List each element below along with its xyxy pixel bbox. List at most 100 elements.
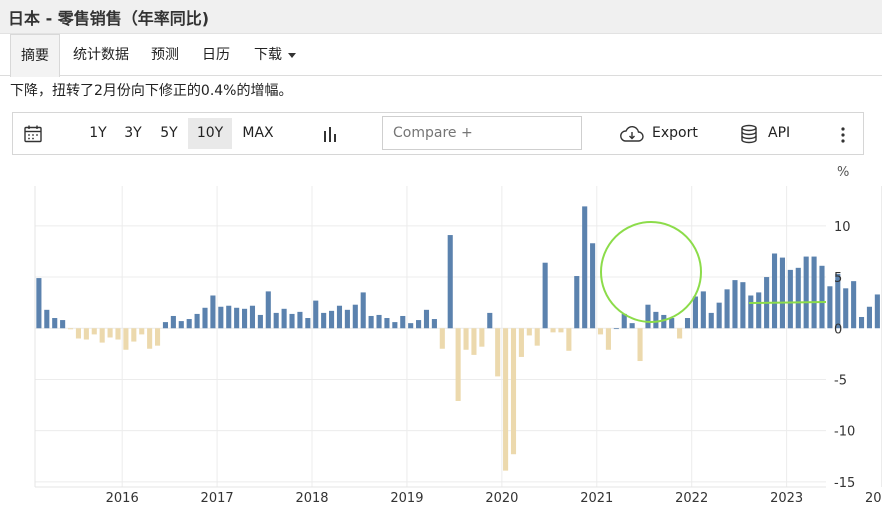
range-max-button[interactable]: MAX — [237, 113, 279, 154]
bar[interactable] — [526, 328, 532, 336]
bar[interactable] — [376, 314, 382, 329]
bar[interactable] — [218, 306, 224, 329]
bar[interactable] — [123, 328, 129, 350]
bar[interactable] — [637, 328, 643, 362]
bar[interactable] — [431, 319, 437, 329]
bar[interactable] — [265, 291, 271, 329]
bar[interactable] — [518, 328, 524, 357]
bar[interactable] — [692, 296, 698, 329]
bar[interactable] — [368, 315, 374, 329]
bar[interactable] — [131, 328, 137, 342]
bar[interactable] — [210, 295, 216, 329]
bar[interactable] — [249, 305, 256, 329]
bar[interactable] — [771, 253, 778, 329]
bar[interactable] — [242, 308, 248, 329]
bar[interactable] — [170, 315, 176, 329]
bar[interactable] — [416, 320, 422, 329]
bar[interactable] — [257, 314, 263, 329]
bar[interactable] — [677, 328, 683, 339]
cloud-download-icon[interactable] — [619, 124, 645, 144]
bar[interactable] — [487, 312, 493, 329]
bar[interactable] — [52, 318, 58, 329]
tab-download[interactable]: 下载 — [244, 34, 306, 76]
bar[interactable] — [186, 319, 192, 329]
bar[interactable] — [75, 328, 81, 339]
bar[interactable] — [289, 313, 295, 329]
bar[interactable] — [590, 243, 596, 329]
bar[interactable] — [194, 313, 200, 329]
bar[interactable] — [139, 328, 145, 335]
bar[interactable] — [495, 328, 501, 377]
bar[interactable] — [107, 328, 113, 338]
bar[interactable] — [439, 328, 445, 349]
bar[interactable] — [147, 328, 153, 349]
bar[interactable] — [597, 328, 604, 335]
bar[interactable] — [115, 328, 121, 340]
bar[interactable] — [787, 269, 793, 329]
bar[interactable] — [819, 265, 825, 329]
bar[interactable] — [408, 323, 414, 329]
bar[interactable] — [605, 328, 611, 350]
tab-calendar[interactable]: 日历 — [192, 34, 240, 76]
bar[interactable] — [155, 328, 161, 346]
bar[interactable] — [400, 315, 406, 329]
bar[interactable] — [447, 235, 453, 329]
bar[interactable] — [305, 318, 311, 329]
bar[interactable] — [479, 328, 485, 347]
bar[interactable] — [574, 276, 580, 329]
bar[interactable] — [740, 282, 746, 329]
calendar-icon[interactable] — [23, 124, 43, 144]
bar[interactable] — [503, 328, 509, 471]
export-button[interactable]: Export — [652, 113, 698, 154]
bar[interactable] — [360, 292, 366, 329]
bar[interactable] — [708, 312, 714, 329]
bar[interactable] — [67, 328, 74, 330]
bar[interactable] — [732, 280, 738, 329]
bar[interactable] — [866, 306, 872, 329]
bar[interactable] — [748, 295, 754, 329]
bar[interactable] — [313, 300, 319, 329]
bar[interactable] — [329, 310, 335, 329]
range-3y-button[interactable]: 3Y — [119, 113, 147, 154]
bar[interactable] — [162, 322, 169, 329]
bar[interactable] — [803, 256, 809, 329]
bar[interactable] — [716, 302, 722, 329]
bar[interactable] — [273, 312, 279, 329]
bar[interactable] — [874, 294, 880, 329]
bar[interactable] — [534, 328, 540, 346]
bar[interactable] — [582, 206, 588, 329]
bar[interactable] — [550, 328, 556, 333]
bar[interactable] — [99, 328, 105, 343]
bar[interactable] — [843, 288, 849, 329]
bar[interactable] — [83, 328, 89, 340]
bar[interactable] — [344, 309, 350, 329]
bar[interactable] — [669, 318, 675, 329]
bar[interactable] — [700, 291, 706, 329]
range-10y-button[interactable]: 10Y — [188, 118, 232, 149]
bar[interactable] — [91, 328, 97, 335]
bar[interactable] — [542, 262, 548, 329]
bar[interactable] — [226, 305, 232, 329]
bar[interactable] — [858, 316, 865, 329]
bar[interactable] — [352, 304, 358, 329]
bar[interactable] — [455, 328, 461, 401]
bar[interactable] — [811, 256, 817, 329]
bar[interactable] — [558, 328, 564, 333]
tab-forecast[interactable]: 预测 — [142, 34, 188, 76]
bar[interactable] — [202, 307, 208, 329]
bar[interactable] — [36, 278, 42, 329]
more-vertical-icon[interactable] — [839, 126, 847, 144]
bar[interactable] — [629, 323, 635, 329]
bar[interactable] — [653, 311, 659, 329]
compare-input[interactable] — [382, 116, 582, 150]
api-button[interactable]: API — [768, 113, 790, 154]
tab-statistics[interactable]: 统计数据 — [62, 34, 140, 76]
bar[interactable] — [423, 309, 430, 329]
bar[interactable] — [384, 318, 390, 329]
bar[interactable] — [756, 292, 762, 329]
bar[interactable] — [297, 311, 303, 329]
bar[interactable] — [684, 318, 691, 329]
bar[interactable] — [566, 328, 572, 351]
bar[interactable] — [510, 328, 517, 455]
bar[interactable] — [827, 286, 833, 329]
